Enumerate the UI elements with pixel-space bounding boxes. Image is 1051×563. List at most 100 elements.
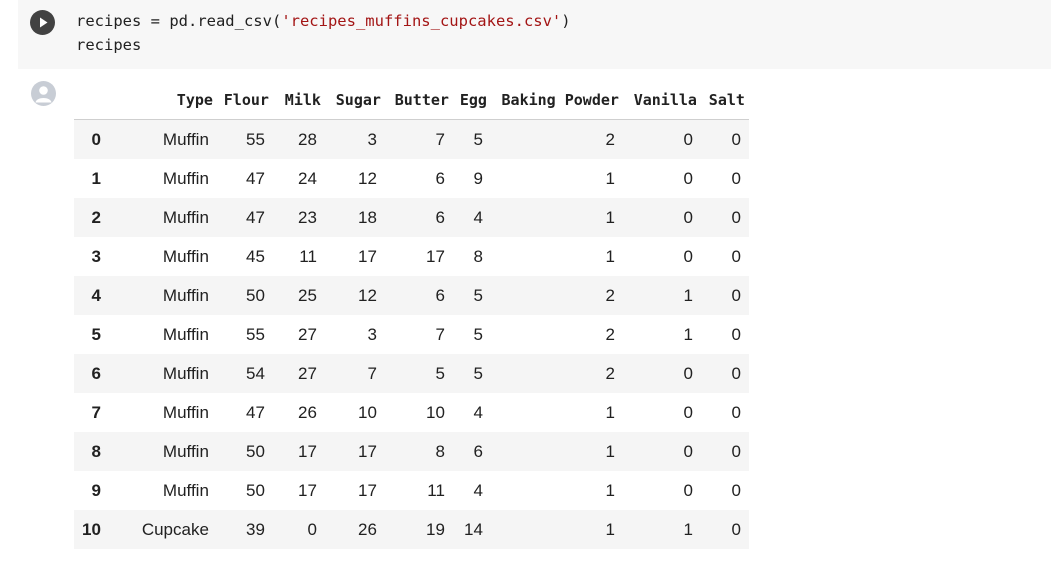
cell-butter: 5 (435, 363, 445, 383)
code-cell[interactable]: recipes = pd.read_csv('recipes_muffins_c… (18, 0, 1051, 69)
cell-sugar: 17 (358, 441, 377, 461)
cell-butter: 6 (435, 168, 445, 188)
table-row: 10 Cupcake 39 0 26 19 14 1 1 0 (74, 510, 749, 549)
cell-vanilla: 0 (683, 402, 693, 422)
run-cell-button[interactable] (30, 10, 55, 35)
cell-egg: 4 (473, 480, 483, 500)
row-index: 1 (91, 168, 101, 188)
cell-flour: 55 (246, 324, 265, 344)
cell-milk: 24 (298, 168, 317, 188)
cell-baking-powder: 2 (605, 129, 615, 149)
cell-sugar: 3 (367, 324, 377, 344)
cell-type: Muffin (162, 168, 209, 188)
cell-sugar: 26 (358, 519, 377, 539)
cell-flour: 54 (246, 363, 265, 383)
row-index: 0 (91, 129, 101, 149)
cell-flour: 45 (246, 246, 265, 266)
cell-milk: 27 (298, 324, 317, 344)
cell-vanilla: 0 (683, 129, 693, 149)
column-header-egg: Egg (452, 80, 491, 120)
cell-egg: 5 (473, 363, 483, 383)
cell-butter: 8 (435, 441, 445, 461)
column-header-baking-powder: Baking Powder (490, 80, 623, 120)
row-index: 8 (91, 441, 101, 461)
cell-salt: 0 (731, 441, 741, 461)
cell-salt: 0 (731, 246, 741, 266)
cell-baking-powder: 1 (605, 480, 615, 500)
cell-egg: 6 (473, 441, 483, 461)
column-header-salt: Salt (700, 80, 749, 120)
cell-vanilla: 0 (683, 246, 693, 266)
cell-flour: 50 (246, 480, 265, 500)
cell-sugar: 17 (358, 246, 377, 266)
code-line-1[interactable]: recipes = pd.read_csv('recipes_muffins_c… (76, 9, 571, 33)
cell-baking-powder: 1 (605, 441, 615, 461)
cell-milk: 23 (298, 207, 317, 227)
cell-flour: 50 (246, 285, 265, 305)
row-index: 2 (91, 207, 101, 227)
cell-salt: 0 (731, 480, 741, 500)
table-row: 3 Muffin 45 11 17 17 8 1 0 0 (74, 237, 749, 276)
cell-egg: 8 (473, 246, 483, 266)
cell-baking-powder: 2 (605, 324, 615, 344)
cell-milk: 17 (298, 480, 317, 500)
code-line-2[interactable]: recipes (76, 33, 141, 57)
row-index: 6 (91, 363, 101, 383)
cell-milk: 27 (298, 363, 317, 383)
cell-sugar: 12 (358, 285, 377, 305)
cell-vanilla: 1 (683, 519, 693, 539)
cell-flour: 39 (246, 519, 265, 539)
column-header-vanilla: Vanilla (622, 80, 701, 120)
dataframe-table: Type Flour Milk Sugar Butter Egg Baking … (74, 80, 749, 549)
cell-butter: 6 (435, 285, 445, 305)
cell-vanilla: 0 (683, 168, 693, 188)
cell-type: Muffin (162, 480, 209, 500)
table-row: 5 Muffin 55 27 3 7 5 2 1 0 (74, 315, 749, 354)
table-row: 7 Muffin 47 26 10 10 4 1 0 0 (74, 393, 749, 432)
cell-sugar: 12 (358, 168, 377, 188)
cell-flour: 47 (246, 168, 265, 188)
table-row: 1 Muffin 47 24 12 6 9 1 0 0 (74, 159, 749, 198)
column-header-sugar: Sugar (324, 80, 385, 120)
cell-egg: 4 (473, 207, 483, 227)
cell-sugar: 17 (358, 480, 377, 500)
table-row: 6 Muffin 54 27 7 5 5 2 0 0 (74, 354, 749, 393)
cell-baking-powder: 2 (605, 285, 615, 305)
cell-sugar: 18 (358, 207, 377, 227)
cell-butter: 17 (426, 246, 445, 266)
cell-flour: 47 (246, 207, 265, 227)
column-header-butter: Butter (384, 80, 453, 120)
column-header-milk: Milk (272, 80, 325, 120)
cell-egg: 5 (473, 285, 483, 305)
cell-butter: 11 (427, 480, 445, 500)
code-string-literal: 'recipes_muffins_cupcakes.csv' (281, 12, 562, 30)
cell-butter: 7 (435, 129, 445, 149)
table-row: 8 Muffin 50 17 17 8 6 1 0 0 (74, 432, 749, 471)
cell-vanilla: 0 (683, 363, 693, 383)
cell-type: Muffin (162, 324, 209, 344)
cell-flour: 55 (246, 129, 265, 149)
cell-salt: 0 (731, 285, 741, 305)
cell-egg: 4 (473, 402, 483, 422)
cell-baking-powder: 1 (605, 519, 615, 539)
cell-flour: 50 (246, 441, 265, 461)
column-header-index (74, 80, 109, 120)
cell-vanilla: 0 (683, 207, 693, 227)
cell-milk: 11 (299, 246, 317, 266)
output-avatar[interactable] (31, 81, 56, 106)
column-header-type: Type (108, 80, 217, 120)
cell-vanilla: 1 (683, 285, 693, 305)
table-row: 2 Muffin 47 23 18 6 4 1 0 0 (74, 198, 749, 237)
cell-baking-powder: 2 (605, 363, 615, 383)
cell-type: Muffin (162, 441, 209, 461)
cell-salt: 0 (731, 363, 741, 383)
row-index: 4 (91, 285, 101, 305)
cell-sugar: 10 (358, 402, 377, 422)
table-header-row: Type Flour Milk Sugar Butter Egg Baking … (74, 80, 749, 120)
row-index: 7 (91, 402, 101, 422)
cell-salt: 0 (731, 324, 741, 344)
cell-type: Muffin (162, 207, 209, 227)
cell-butter: 19 (426, 519, 445, 539)
cell-butter: 6 (435, 207, 445, 227)
cell-egg: 9 (473, 168, 483, 188)
